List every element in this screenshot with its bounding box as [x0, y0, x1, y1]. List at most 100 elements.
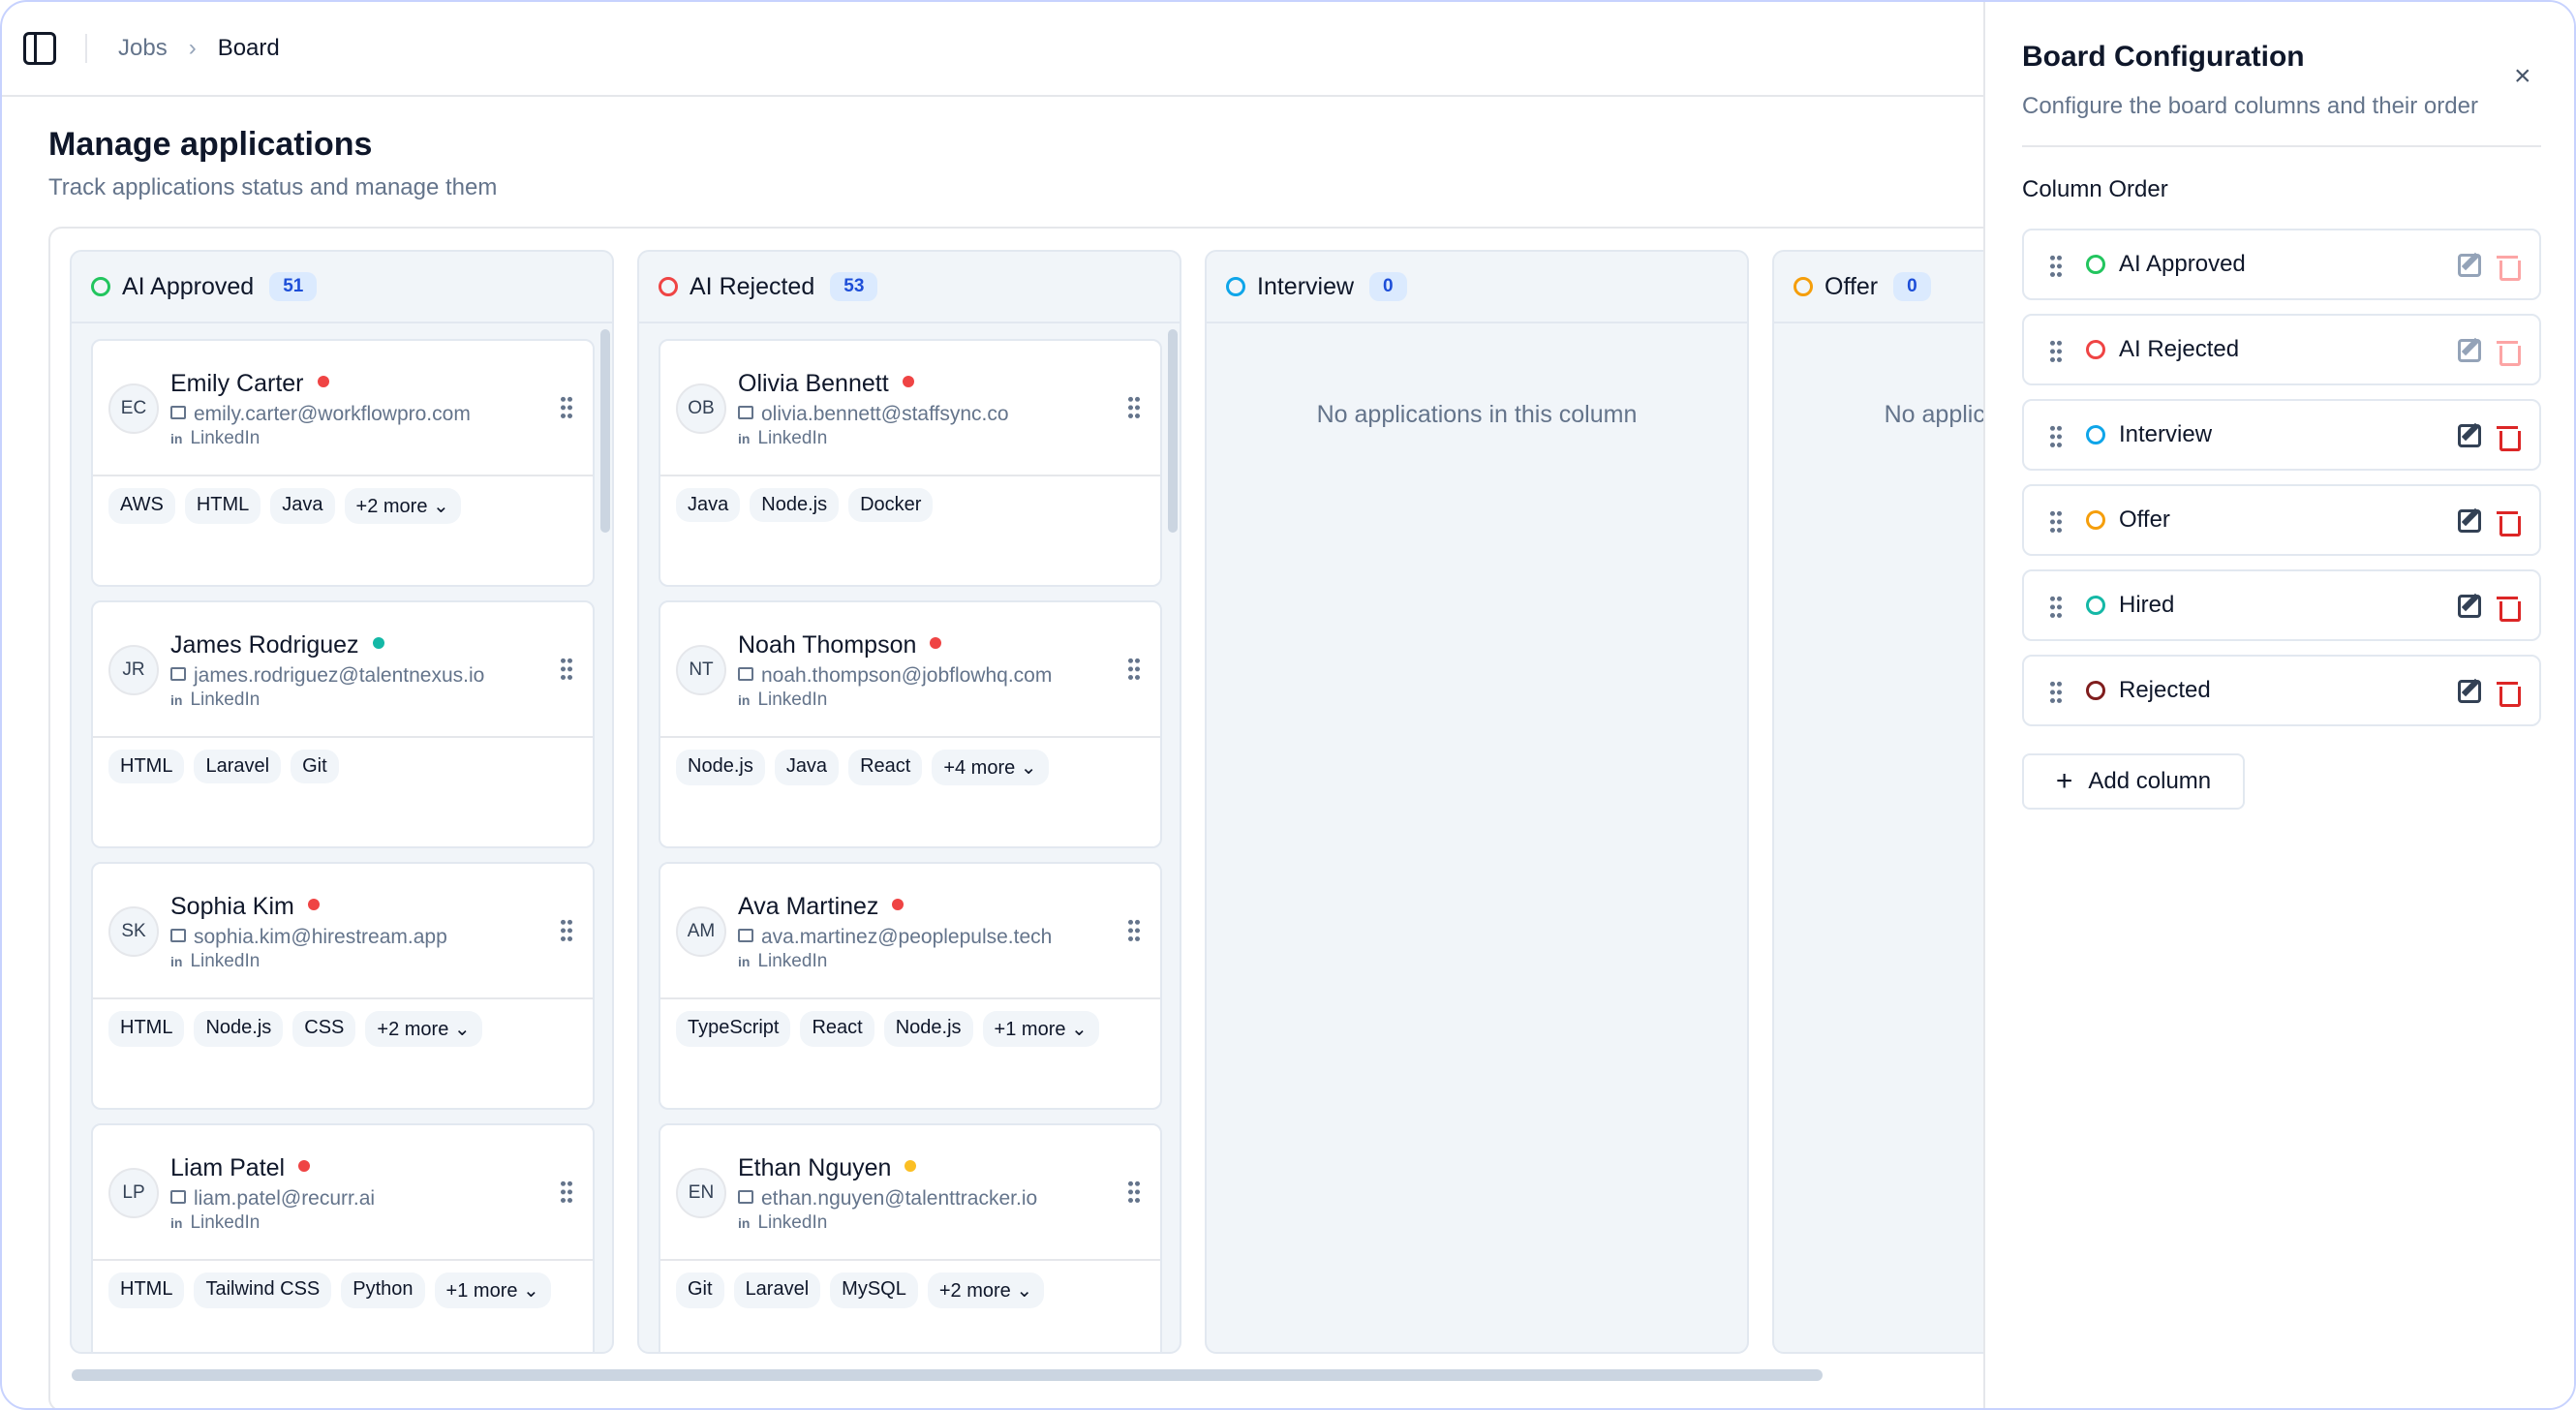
column-order-row-interview[interactable]: Interview — [2022, 399, 2541, 471]
candidate-card[interactable]: OB Olivia Bennett olivia.bennett@staffsy… — [659, 339, 1162, 587]
linkedin-icon: in — [170, 431, 183, 446]
candidate-name[interactable]: Liam Patel — [170, 1154, 311, 1182]
column-order-row-ai-approved[interactable]: AI Approved — [2022, 229, 2541, 300]
email-text: james.rodriguez@talentnexus.io — [194, 664, 485, 687]
drag-handle-icon[interactable] — [560, 918, 573, 943]
candidate-name-text: Sophia Kim — [170, 893, 294, 920]
drag-handle-icon[interactable] — [2049, 424, 2063, 449]
candidate-name[interactable]: Ethan Nguyen — [738, 1154, 917, 1182]
column-ai-approved: AI Approved 51 EC Emily Carter emily.car… — [70, 250, 614, 1354]
linkedin-icon: in — [738, 431, 751, 446]
mail-icon — [738, 929, 753, 943]
candidate-card[interactable]: EC Emily Carter emily.carter@workflowpro… — [91, 339, 595, 587]
candidate-card[interactable]: NT Noah Thompson noah.thompson@jobflowhq… — [659, 600, 1162, 848]
drag-handle-icon[interactable] — [560, 395, 573, 420]
drag-handle-icon[interactable] — [2049, 339, 2063, 364]
candidate-card[interactable]: SK Sophia Kim sophia.kim@hirestream.app … — [91, 862, 595, 1110]
drag-handle-icon[interactable] — [2049, 595, 2063, 620]
candidate-name[interactable]: James Rodriguez — [170, 631, 384, 659]
vertical-scrollbar[interactable] — [1168, 329, 1178, 533]
skill-tag: HTML — [108, 1272, 185, 1308]
column-order-row-rejected[interactable]: Rejected — [2022, 655, 2541, 726]
trash-icon[interactable] — [2497, 254, 2521, 281]
skill-tag: Docker — [848, 488, 934, 522]
avatar: AM — [676, 906, 726, 957]
candidate-name-text: James Rodriguez — [170, 631, 359, 659]
skill-tag: HTML — [184, 488, 261, 524]
edit-icon[interactable] — [2458, 595, 2481, 618]
edit-icon[interactable] — [2458, 509, 2481, 533]
linkedin-link[interactable]: in LinkedIn — [170, 690, 260, 711]
drag-handle-icon[interactable] — [560, 657, 573, 682]
column-title: AI Approved — [122, 272, 255, 300]
status-ring-icon — [2086, 340, 2105, 359]
plus-icon: + — [2055, 765, 2073, 797]
drag-handle-icon[interactable] — [560, 1180, 573, 1205]
more-skills-button[interactable]: +4 more ⌄ — [932, 750, 1049, 785]
more-skills-button[interactable]: +2 more ⌄ — [344, 488, 461, 524]
linkedin-link[interactable]: in LinkedIn — [738, 428, 827, 449]
drag-handle-icon[interactable] — [1127, 395, 1141, 420]
close-icon[interactable]: × — [2514, 62, 2531, 91]
linkedin-icon: in — [738, 954, 751, 969]
candidate-card[interactable]: JR James Rodriguez james.rodriguez@talen… — [91, 600, 595, 848]
more-skills-button[interactable]: +1 more ⌄ — [982, 1011, 1099, 1047]
vertical-scrollbar[interactable] — [600, 329, 610, 533]
candidate-name[interactable]: Ava Martinez — [738, 893, 905, 921]
edit-icon[interactable] — [2458, 424, 2481, 447]
column-header: AI Rejected 53 — [639, 252, 1180, 323]
linkedin-link[interactable]: in LinkedIn — [170, 428, 260, 449]
linkedin-link[interactable]: in LinkedIn — [738, 690, 827, 711]
trash-icon[interactable] — [2497, 509, 2521, 536]
row-label: Offer — [2119, 506, 2170, 533]
column-order-row-offer[interactable]: Offer — [2022, 484, 2541, 556]
add-column-button[interactable]: + Add column — [2022, 753, 2245, 810]
skill-tag: Java — [774, 750, 840, 785]
section-label: Column Order — [2022, 176, 2168, 202]
linkedin-link[interactable]: in LinkedIn — [738, 1212, 827, 1234]
sidebar-toggle-icon[interactable] — [23, 32, 56, 65]
linkedin-link[interactable]: in LinkedIn — [170, 1212, 260, 1234]
column-title: Interview — [1257, 272, 1355, 300]
trash-icon[interactable] — [2497, 424, 2521, 451]
drag-handle-icon[interactable] — [1127, 657, 1141, 682]
linkedin-icon: in — [738, 1215, 751, 1231]
trash-icon[interactable] — [2497, 680, 2521, 707]
linkedin-link[interactable]: in LinkedIn — [170, 951, 260, 972]
skill-tag: Laravel — [194, 750, 282, 783]
trash-icon[interactable] — [2497, 339, 2521, 366]
horizontal-scrollbar[interactable] — [72, 1369, 1823, 1381]
drag-handle-icon[interactable] — [2049, 680, 2063, 705]
candidate-name[interactable]: Sophia Kim — [170, 893, 320, 921]
candidate-name[interactable]: Olivia Bennett — [738, 370, 914, 398]
skill-tags: HTML Laravel Git — [108, 750, 339, 783]
skill-tag: TypeScript — [676, 1011, 791, 1047]
drag-handle-icon[interactable] — [1127, 1180, 1141, 1205]
column-order-row-hired[interactable]: Hired — [2022, 569, 2541, 641]
column-order-row-ai-rejected[interactable]: AI Rejected — [2022, 314, 2541, 385]
row-label: AI Rejected — [2119, 336, 2240, 362]
trash-icon[interactable] — [2497, 595, 2521, 622]
edit-icon[interactable] — [2458, 680, 2481, 703]
breadcrumb-jobs[interactable]: Jobs — [118, 35, 168, 62]
skill-tag: Java — [270, 488, 335, 524]
edit-icon[interactable] — [2458, 254, 2481, 277]
candidate-name[interactable]: Emily Carter — [170, 370, 329, 398]
skill-tags: AWS HTML Java +2 more ⌄ — [108, 488, 461, 524]
drag-handle-icon[interactable] — [2049, 254, 2063, 279]
linkedin-icon: in — [170, 954, 183, 969]
edit-icon[interactable] — [2458, 339, 2481, 362]
linkedin-link[interactable]: in LinkedIn — [738, 951, 827, 972]
candidate-card[interactable]: AM Ava Martinez ava.martinez@peoplepulse… — [659, 862, 1162, 1110]
candidate-name[interactable]: Noah Thompson — [738, 631, 942, 659]
candidate-name-text: Olivia Bennett — [738, 370, 889, 397]
drag-handle-icon[interactable] — [1127, 918, 1141, 943]
more-skills-button[interactable]: +2 more ⌄ — [365, 1011, 482, 1047]
drag-handle-icon[interactable] — [2049, 509, 2063, 535]
candidate-card[interactable]: LP Liam Patel liam.patel@recurr.ai in Lin… — [91, 1123, 595, 1352]
candidate-card[interactable]: EN Ethan Nguyen ethan.nguyen@talenttrack… — [659, 1123, 1162, 1352]
more-skills-button[interactable]: +2 more ⌄ — [927, 1272, 1045, 1308]
column-title: Offer — [1825, 272, 1879, 300]
more-skills-button[interactable]: +1 more ⌄ — [434, 1272, 551, 1308]
status-ring-icon — [2086, 255, 2105, 274]
